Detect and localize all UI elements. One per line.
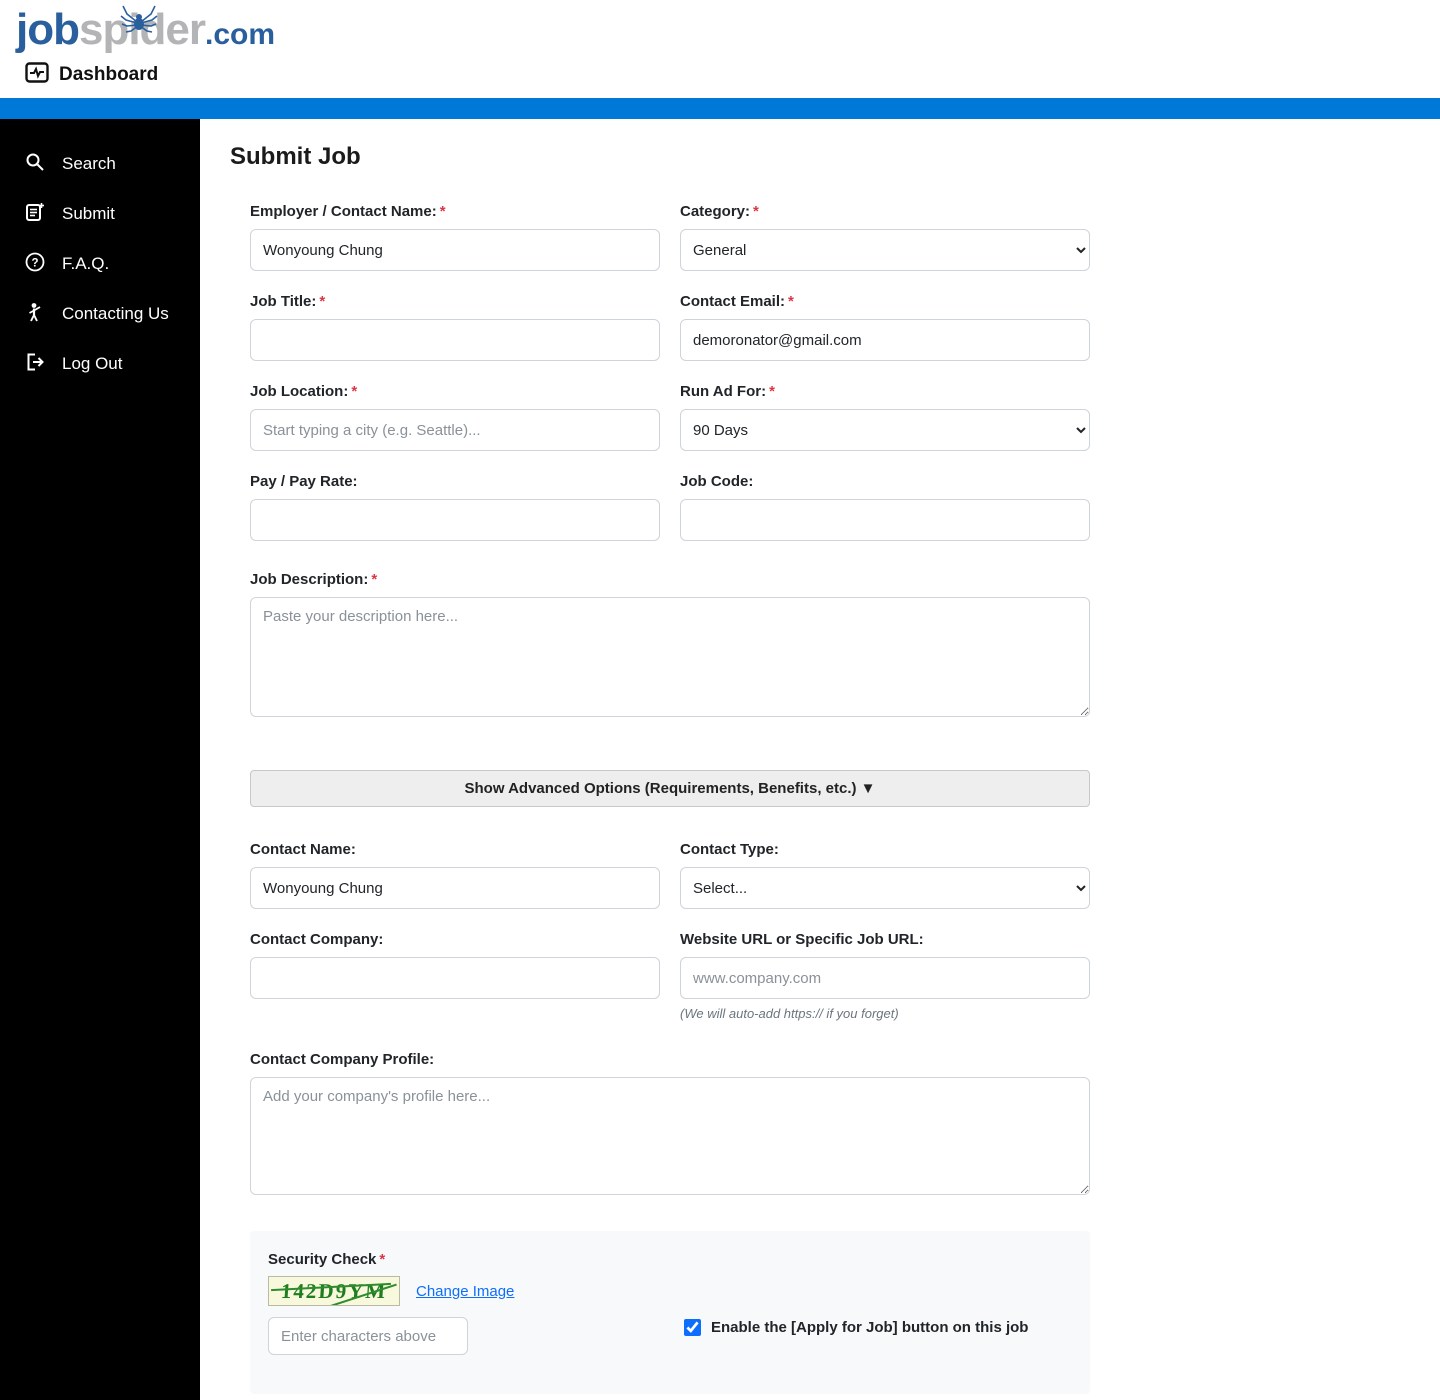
security-check-label: Security Check * xyxy=(268,1251,386,1268)
contact-name-label: Contact Name: xyxy=(250,841,356,858)
company-profile-label: Contact Company Profile: xyxy=(250,1051,435,1068)
page: jobspider.com Dashboard Search Submit ? … xyxy=(0,0,1440,1400)
captcha-input[interactable] xyxy=(268,1317,468,1355)
contact-type-select[interactable]: Select... xyxy=(680,867,1090,909)
website-url-note: (We will auto-add https:// if you forget… xyxy=(680,1006,899,1021)
contact-company-input[interactable] xyxy=(250,957,660,999)
employer-name-label: Employer / Contact Name: * xyxy=(250,203,446,220)
company-profile-textarea[interactable] xyxy=(250,1077,1090,1195)
required-marker: * xyxy=(769,383,775,400)
dashboard-label: Dashboard xyxy=(59,64,159,85)
site-header: jobspider.com Dashboard xyxy=(0,0,1440,98)
website-url-input[interactable] xyxy=(680,957,1090,999)
sidebar-item-label: Log Out xyxy=(62,354,123,373)
enable-apply-label: Enable the [Apply for Job] button on thi… xyxy=(711,1319,1029,1336)
question-circle-icon: ? xyxy=(25,252,45,277)
job-description-textarea[interactable] xyxy=(250,597,1090,717)
sidebar-item-label: F.A.Q. xyxy=(62,254,110,273)
sidebar-item-submit[interactable]: Submit xyxy=(0,189,200,239)
category-label: Category: * xyxy=(680,203,759,220)
submit-icon xyxy=(25,202,45,227)
contact-company-label: Contact Company: xyxy=(250,931,384,948)
sidebar-item-faq[interactable]: ? F.A.Q. xyxy=(0,239,200,289)
sidebar-item-label: Submit xyxy=(62,204,115,223)
required-marker: * xyxy=(788,293,794,310)
show-advanced-options-button[interactable]: Show Advanced Options (Requirements, Ben… xyxy=(250,770,1090,807)
required-marker: * xyxy=(379,1251,386,1268)
logout-icon xyxy=(25,352,45,377)
contact-email-label: Contact Email: * xyxy=(680,293,794,310)
enable-apply-checkbox[interactable] xyxy=(684,1319,701,1336)
logo-text-com: .com xyxy=(205,18,276,51)
job-code-label: Job Code: xyxy=(680,473,754,490)
sidebar-item-contacting-us[interactable]: Contacting Us xyxy=(0,289,200,339)
website-url-label: Website URL or Specific Job URL: xyxy=(680,931,924,948)
category-select[interactable]: General xyxy=(680,229,1090,271)
contact-name-input[interactable] xyxy=(250,867,660,909)
required-marker: * xyxy=(319,293,326,310)
sidebar-item-log-out[interactable]: Log Out xyxy=(0,339,200,389)
employer-name-input[interactable] xyxy=(250,229,660,271)
job-title-label: Job Title: * xyxy=(250,293,326,310)
sidebar-item-label: Contacting Us xyxy=(62,304,169,323)
dashboard-icon xyxy=(25,62,49,88)
sidebar: Search Submit ? F.A.Q. Contacting Us Log… xyxy=(0,119,200,1400)
required-marker: * xyxy=(351,383,358,400)
site-logo[interactable]: jobspider.com xyxy=(16,5,276,54)
run-ad-for-select[interactable]: 90 Days xyxy=(680,409,1090,451)
pay-rate-label: Pay / Pay Rate: xyxy=(250,473,358,490)
pay-rate-input[interactable] xyxy=(250,499,660,541)
required-marker: * xyxy=(439,203,446,220)
contact-type-label: Contact Type: xyxy=(680,841,779,858)
sidebar-item-label: Search xyxy=(62,154,116,173)
job-location-input[interactable] xyxy=(250,409,660,451)
required-marker: * xyxy=(753,203,759,220)
contact-email-input[interactable] xyxy=(680,319,1090,361)
page-title: Submit Job xyxy=(230,143,361,170)
person-waving-icon xyxy=(25,302,45,327)
change-image-link[interactable]: Change Image xyxy=(416,1283,514,1300)
search-icon xyxy=(25,152,45,177)
captcha-image: 142D9YM xyxy=(268,1276,400,1306)
job-location-label: Job Location: * xyxy=(250,383,358,400)
enable-apply-row: Enable the [Apply for Job] button on thi… xyxy=(684,1319,1028,1336)
dashboard-link[interactable]: Dashboard xyxy=(25,62,1440,88)
run-ad-for-label: Run Ad For: * xyxy=(680,383,775,400)
main-content: Submit Job Employer / Contact Name:* Cat… xyxy=(200,119,1440,1400)
security-check-section: Security Check* 142D9YM Change Image Ena… xyxy=(250,1231,1090,1394)
job-code-input[interactable] xyxy=(680,499,1090,541)
spider-icon xyxy=(119,4,159,38)
logo-text-job: job xyxy=(16,5,80,54)
job-description-label: Job Description: * xyxy=(250,571,378,588)
sidebar-item-search[interactable]: Search xyxy=(0,139,200,189)
required-marker: * xyxy=(371,571,378,588)
accent-bar xyxy=(0,98,1440,119)
job-title-input[interactable] xyxy=(250,319,660,361)
submit-job-form: Employer / Contact Name:* Category:* Gen… xyxy=(250,203,1090,1394)
svg-text:?: ? xyxy=(31,257,38,269)
